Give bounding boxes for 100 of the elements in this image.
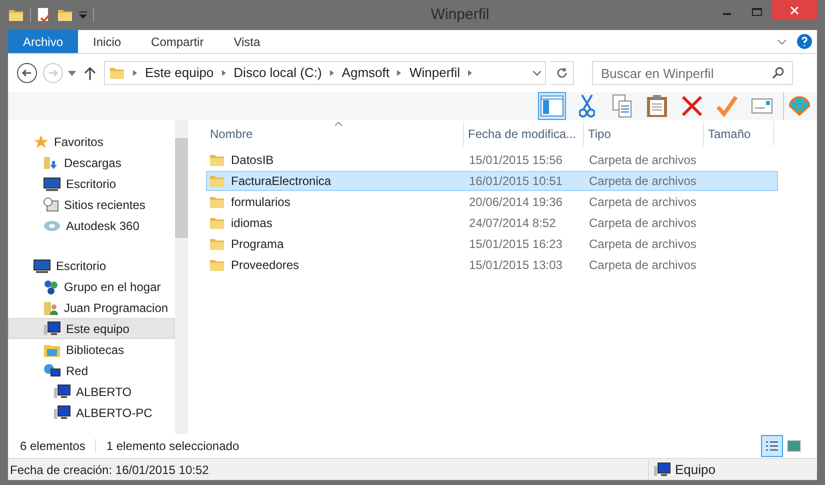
folder-icon (109, 66, 125, 80)
ribbon-tab[interactable]: Vista (218, 30, 276, 53)
file-row[interactable]: FacturaElectronica 16/01/2015 10:51 Carpeta de archivos (206, 171, 778, 191)
creation-date: Fecha de creación: 16/01/2015 10:52 (9, 462, 210, 478)
type-cell-text: Carpeta de archivos (588, 257, 698, 274)
chevron-right-icon[interactable] (468, 70, 472, 76)
dropdown-icon[interactable] (79, 11, 87, 19)
selection-count: 1 elemento seleccionado (106, 438, 240, 455)
properties-icon[interactable] (37, 7, 51, 23)
star-icon (33, 134, 49, 150)
folder-icon (209, 195, 225, 209)
delete-icon (681, 95, 703, 117)
file-name: Programa (231, 236, 284, 253)
file-name: Proveedores (231, 257, 300, 274)
computer-icon (653, 462, 671, 478)
nav-item[interactable]: Bibliotecas (8, 339, 175, 360)
computer-icon (53, 384, 71, 400)
date-cell-text: 20/06/2014 19:36 (468, 194, 564, 211)
monitor-icon (33, 258, 51, 272)
folder-download-icon (43, 154, 59, 170)
checkmark-icon (716, 95, 738, 117)
window-title: Winperfil (430, 4, 490, 25)
homegroup-icon (43, 278, 59, 294)
thumbnail-view-icon (787, 440, 801, 452)
nav-item[interactable]: Juan Programacion (8, 297, 175, 318)
date-cell-text: 15/01/2015 16:23 (468, 236, 564, 253)
address-bar[interactable]: Este equipo Disco local (C:) Agmsoft Winperfil (104, 61, 546, 85)
nav-item[interactable]: Descargas (8, 152, 175, 173)
refresh-button[interactable] (550, 61, 574, 85)
nav-item[interactable]: Sitios recientes (8, 194, 175, 215)
folder-icon (57, 8, 73, 22)
file-name: DatosIB (231, 152, 274, 169)
folder-icon (209, 237, 225, 251)
breadcrumb-item[interactable]: Winperfil (409, 63, 460, 83)
toolbar-button[interactable] (783, 92, 811, 120)
column-header[interactable]: Nombre (206, 122, 464, 146)
toolbar-button[interactable] (538, 92, 566, 120)
recent-pages-icon (43, 196, 59, 212)
folder-icon (209, 153, 225, 167)
file-row[interactable]: Programa 15/01/2015 16:23 Carpeta de archivos (206, 234, 778, 254)
search-icon[interactable] (772, 67, 784, 79)
location-label: Equipo (675, 460, 716, 479)
nav-item[interactable]: ALBERTO-PC (8, 402, 175, 423)
computer-icon (43, 320, 61, 336)
folder-icon (209, 258, 225, 272)
column-header[interactable]: Tipo (584, 122, 704, 146)
file-row[interactable]: Proveedores 15/01/2015 13:03 Carpeta de archivos (206, 255, 778, 275)
column-header[interactable]: Tamaño (704, 122, 774, 146)
scrollbar[interactable] (175, 120, 188, 434)
nav-item[interactable]: Este equipo (8, 318, 175, 339)
view-button[interactable] (761, 435, 783, 457)
shell-icon (788, 94, 811, 118)
scrollbar-thumb[interactable] (175, 138, 188, 238)
type-cell-text: Carpeta de archivos (588, 152, 698, 169)
chevron-down-icon[interactable] (533, 70, 541, 76)
cloud-icon (43, 218, 61, 232)
file-row[interactable]: DatosIB 15/01/2015 15:56 Carpeta de archivos (206, 150, 778, 170)
type-cell-text: Carpeta de archivos (588, 173, 698, 190)
breadcrumb-item[interactable]: Agmsoft (342, 63, 390, 83)
date-cell-text: 16/01/2015 10:51 (468, 173, 564, 190)
file-row[interactable]: formularios 20/06/2014 19:36 Carpeta de archivos (206, 192, 778, 212)
monitor-icon (43, 176, 61, 190)
scissors-icon (579, 94, 595, 118)
chevron-down-icon[interactable] (777, 38, 787, 44)
ribbon-tab[interactable]: Archivo (8, 30, 78, 53)
caret-icon[interactable] (68, 70, 76, 76)
folder-icon (8, 8, 24, 22)
up-arrow-icon[interactable] (84, 66, 96, 80)
date-cell-text: 24/07/2014 8:52 (468, 215, 557, 232)
nav-item[interactable]: Grupo en el hogar (8, 276, 175, 297)
type-cell-text: Carpeta de archivos (588, 215, 698, 232)
back-icon[interactable] (16, 62, 38, 84)
nav-item[interactable]: Escritorio (8, 173, 175, 194)
close-icon (790, 6, 799, 14)
search-field[interactable]: Buscar en Winperfil (592, 61, 793, 85)
breadcrumb-item[interactable]: Este equipo (145, 63, 214, 83)
ribbon-tab[interactable]: Inicio (78, 30, 136, 53)
computer-icon (53, 404, 71, 420)
date-cell-text: 15/01/2015 13:03 (468, 257, 564, 274)
nav-item[interactable]: Autodesk 360 (8, 215, 175, 236)
nav-item[interactable]: Escritorio (8, 255, 175, 276)
file-row[interactable]: idiomas 24/07/2014 8:52 Carpeta de archivos (206, 213, 778, 233)
refresh-icon (556, 67, 568, 79)
chevron-right-icon[interactable] (330, 70, 334, 76)
file-name: idiomas (231, 215, 272, 232)
nav-item[interactable]: Favoritos (8, 131, 175, 152)
date-cell-text: 15/01/2015 15:56 (468, 152, 564, 169)
chevron-right-icon[interactable] (397, 70, 402, 76)
file-name: FacturaElectronica (231, 173, 332, 190)
user-folder-icon (43, 300, 59, 316)
type-cell-text: Carpeta de archivos (588, 194, 698, 211)
nav-item[interactable]: Red (8, 360, 175, 381)
close-button[interactable] (772, 0, 817, 20)
help-icon[interactable] (797, 34, 812, 49)
chevron-right-icon[interactable] (222, 70, 226, 76)
column-header[interactable]: Fecha de modifica... (464, 122, 584, 146)
breadcrumb-item[interactable]: Disco local (C:) (234, 63, 322, 83)
ribbon-tab[interactable]: Compartir (136, 30, 219, 53)
chevron-right-icon[interactable] (133, 70, 137, 76)
nav-item[interactable]: ALBERTO (8, 381, 175, 402)
